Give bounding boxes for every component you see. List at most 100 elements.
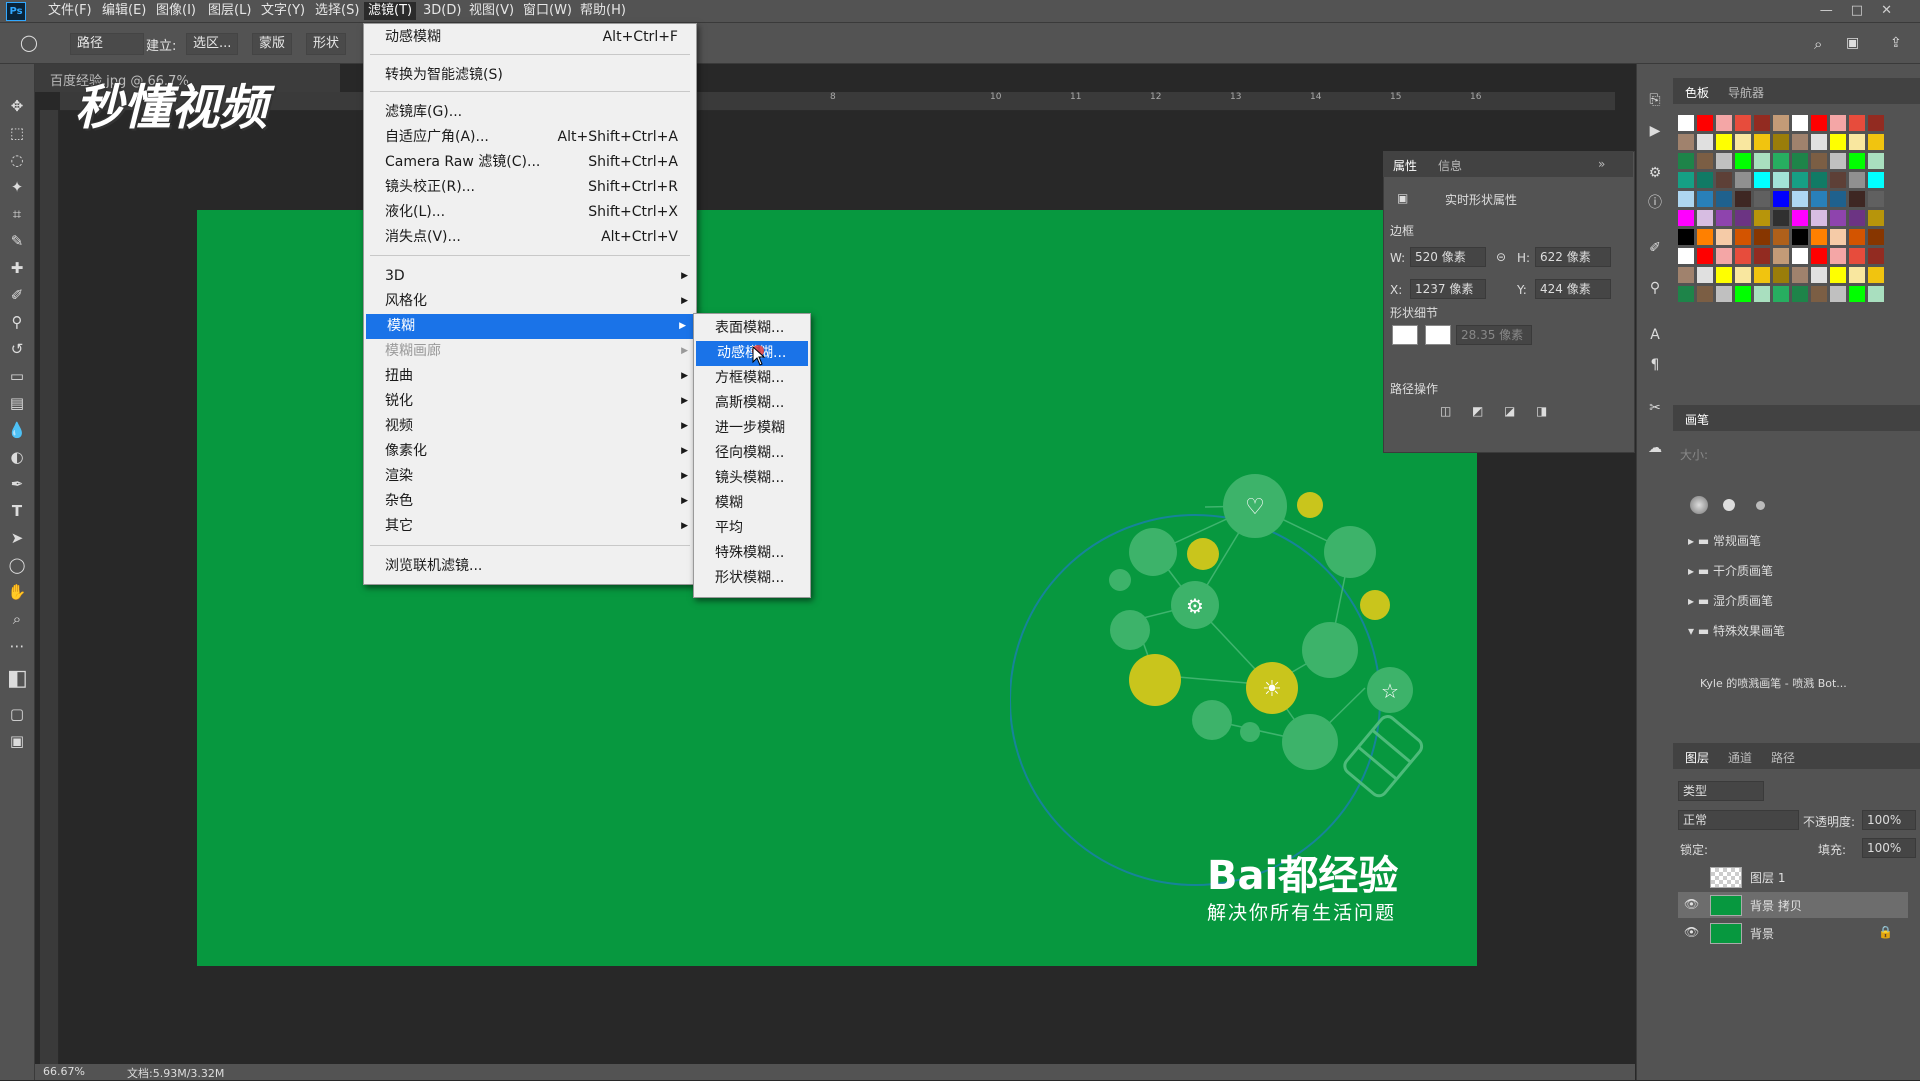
color-swatch[interactable] <box>1678 134 1694 150</box>
color-swatch[interactable] <box>1773 210 1789 226</box>
color-swatch[interactable] <box>1830 267 1846 283</box>
color-swatch[interactable] <box>1811 286 1827 302</box>
color-swatch[interactable] <box>1830 248 1846 264</box>
color-swatch[interactable] <box>1773 229 1789 245</box>
properties-icon[interactable]: ⚙ <box>1646 164 1664 182</box>
eye-icon[interactable]: 👁 <box>1684 897 1699 911</box>
brush-preset-small[interactable] <box>1756 501 1765 510</box>
color-swatch[interactable] <box>1849 115 1865 131</box>
color-swatch[interactable] <box>1678 153 1694 169</box>
color-swatch[interactable] <box>1792 229 1808 245</box>
submenu-item-box-blur[interactable]: 方框模糊... <box>694 366 810 391</box>
menu-view[interactable]: 视图(V) <box>465 2 518 20</box>
color-swatch[interactable] <box>1868 229 1884 245</box>
menu-select[interactable]: 选择(S) <box>311 2 363 20</box>
color-swatch[interactable] <box>1868 248 1884 264</box>
color-swatch[interactable] <box>1849 210 1865 226</box>
color-swatch[interactable] <box>1792 115 1808 131</box>
menu-layer[interactable]: 图层(L) <box>204 2 255 20</box>
more-tools-icon[interactable]: ⋯ <box>7 636 27 656</box>
color-swatch[interactable] <box>1678 267 1694 283</box>
brush-preset-hard[interactable] <box>1723 499 1735 511</box>
submenu-item-lens-blur[interactable]: 镜头模糊... <box>694 466 810 491</box>
fill-swatch[interactable] <box>1392 325 1418 345</box>
lasso-tool-icon[interactable]: ◌ <box>7 150 27 170</box>
collapse-icon[interactable]: » <box>1598 157 1605 171</box>
libraries-icon[interactable]: ☁ <box>1646 439 1664 457</box>
exclude-shape-icon[interactable]: ◨ <box>1536 404 1547 418</box>
color-swatch[interactable] <box>1697 210 1713 226</box>
submenu-item-average[interactable]: 平均 <box>694 516 810 541</box>
color-swatch[interactable] <box>1754 229 1770 245</box>
submenu-item-blur-more[interactable]: 进一步模糊 <box>694 416 810 441</box>
color-swatch[interactable] <box>1849 229 1865 245</box>
color-swatch[interactable] <box>1754 210 1770 226</box>
color-swatch[interactable] <box>1792 191 1808 207</box>
color-swatch[interactable] <box>1773 267 1789 283</box>
color-swatch[interactable] <box>1849 153 1865 169</box>
menu-item-distort[interactable]: 扭曲 ▶ <box>364 364 696 389</box>
menu-3d[interactable]: 3D(D) <box>419 2 465 20</box>
color-swatch[interactable] <box>1735 210 1751 226</box>
color-swatch[interactable] <box>1678 191 1694 207</box>
submenu-item-gaussian-blur[interactable]: 高斯模糊... <box>694 391 810 416</box>
menu-item-sharpen[interactable]: 锐化 ▶ <box>364 389 696 414</box>
color-swatch[interactable] <box>1811 248 1827 264</box>
color-swatch[interactable] <box>1716 153 1732 169</box>
zoom-tool-icon[interactable]: ⌕ <box>7 609 27 629</box>
workspace-icon[interactable]: ▣ <box>1846 35 1859 51</box>
color-swatch[interactable] <box>1830 210 1846 226</box>
color-swatch[interactable] <box>1678 229 1694 245</box>
height-input[interactable]: 622 像素 <box>1535 247 1611 267</box>
color-swatch[interactable] <box>1754 286 1770 302</box>
color-swatch[interactable] <box>1716 191 1732 207</box>
menu-item-pixelate[interactable]: 像素化 ▶ <box>364 439 696 464</box>
stroke-width-input[interactable]: 28.35 像素 <box>1456 325 1532 345</box>
tab-properties[interactable]: 属性 <box>1393 157 1417 174</box>
selection-button[interactable]: 选区... <box>186 33 239 55</box>
menu-item-vanishing-point[interactable]: 消失点(V)... Alt+Ctrl+V <box>364 225 696 250</box>
color-swatch[interactable] <box>1678 172 1694 188</box>
color-swatch[interactable] <box>1830 191 1846 207</box>
fill-input[interactable]: 100% <box>1862 838 1916 858</box>
move-tool-icon[interactable]: ✥ <box>7 96 27 116</box>
brush-settings-icon[interactable]: ✐ <box>1646 239 1664 257</box>
color-swatch[interactable] <box>1868 191 1884 207</box>
color-swatch[interactable] <box>1811 153 1827 169</box>
color-swatch[interactable] <box>1735 248 1751 264</box>
menu-item-other[interactable]: 其它 ▶ <box>364 514 696 539</box>
color-swatch[interactable] <box>1849 267 1865 283</box>
menu-item-lens-correction[interactable]: 镜头校正(R)... Shift+Ctrl+R <box>364 175 696 200</box>
menu-item-blur-gallery[interactable]: 模糊画廊 ▶ <box>364 339 696 364</box>
layer-row[interactable]: 👁 背景 拷贝 <box>1678 892 1908 918</box>
tab-paths[interactable]: 路径 <box>1771 749 1795 766</box>
menu-file[interactable]: 文件(F) <box>44 2 96 20</box>
brush-folder[interactable]: ▸ ▬ 常规画笔 <box>1688 532 1761 549</box>
section-shape-details[interactable]: 形状细节 <box>1390 304 1438 321</box>
tool-presets-icon[interactable]: ✂ <box>1646 399 1664 417</box>
menu-edit[interactable]: 编辑(E) <box>98 2 150 20</box>
tab-layers[interactable]: 图层 <box>1685 749 1709 766</box>
color-swatch[interactable] <box>1849 134 1865 150</box>
info-icon[interactable]: ⓘ <box>1646 194 1664 212</box>
eye-icon[interactable]: 👁 <box>1684 925 1699 939</box>
menu-item-3d[interactable]: 3D ▶ <box>364 264 696 289</box>
submenu-item-radial-blur[interactable]: 径向模糊... <box>694 441 810 466</box>
color-swatch[interactable] <box>1868 267 1884 283</box>
color-swatch[interactable] <box>1830 172 1846 188</box>
hand-tool-icon[interactable]: ✋ <box>7 582 27 602</box>
color-swatch[interactable] <box>1868 115 1884 131</box>
subtract-shape-icon[interactable]: ◩ <box>1472 404 1483 418</box>
color-swatch[interactable] <box>1868 286 1884 302</box>
color-swatch[interactable] <box>1792 248 1808 264</box>
menu-item-video[interactable]: 视频 ▶ <box>364 414 696 439</box>
blend-mode-select[interactable]: 正常 <box>1678 810 1799 830</box>
color-swatch[interactable] <box>1697 153 1713 169</box>
zoom-level[interactable]: 66.67% <box>43 1065 85 1078</box>
type-tool-icon[interactable]: T <box>7 501 27 521</box>
maximize-button[interactable]: □ <box>1851 3 1881 18</box>
color-swatch[interactable] <box>1792 267 1808 283</box>
color-swatch[interactable] <box>1697 172 1713 188</box>
color-swatch[interactable] <box>1678 115 1694 131</box>
dodge-tool-icon[interactable]: ◐ <box>7 447 27 467</box>
